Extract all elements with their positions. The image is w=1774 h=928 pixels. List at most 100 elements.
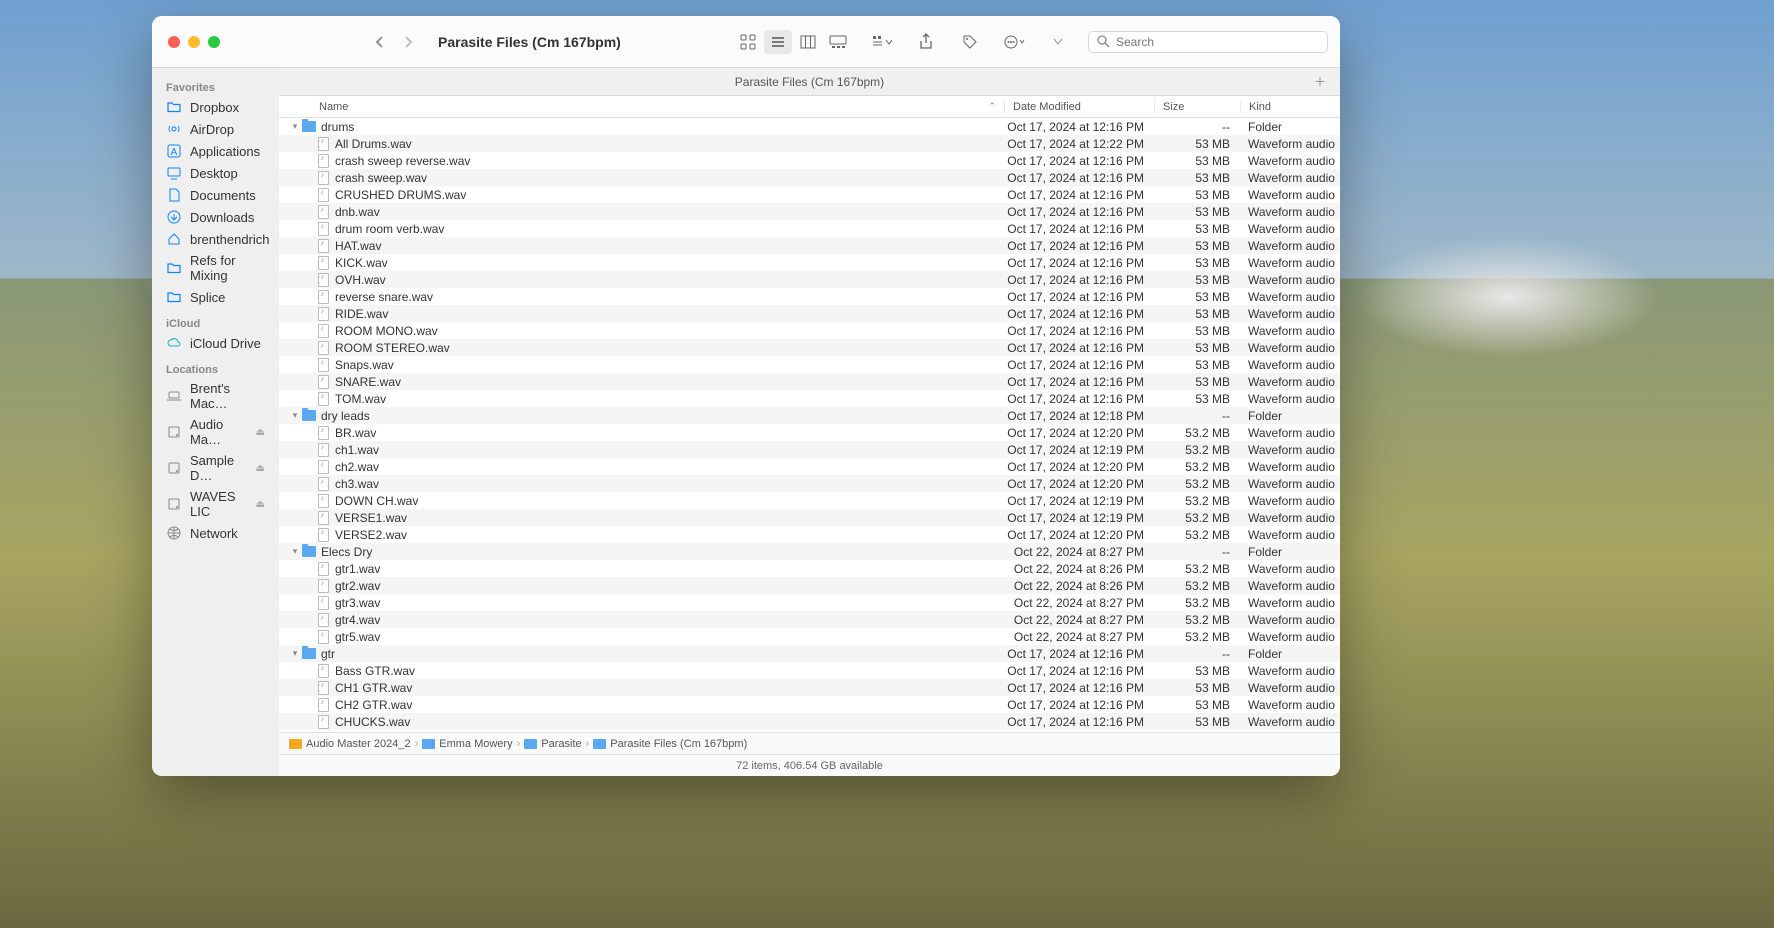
file-row[interactable]: ch2.wavOct 17, 2024 at 12:20 PM53.2 MBWa… (279, 458, 1340, 475)
column-name[interactable]: Name⌃ (279, 101, 1004, 113)
path-crumb[interactable]: Parasite (524, 738, 581, 750)
file-row[interactable]: gtr2.wavOct 22, 2024 at 8:26 PM53.2 MBWa… (279, 577, 1340, 594)
file-row[interactable]: HAT.wavOct 17, 2024 at 12:16 PM53 MBWave… (279, 237, 1340, 254)
file-row[interactable]: KICK.wavOct 17, 2024 at 12:16 PM53 MBWav… (279, 254, 1340, 271)
disclosure-triangle[interactable]: ▾ (289, 410, 301, 421)
file-row[interactable]: VERSE2.wavOct 17, 2024 at 12:20 PM53.2 M… (279, 526, 1340, 543)
file-row[interactable]: DOWN CH.wavOct 17, 2024 at 12:19 PM53.2 … (279, 492, 1340, 509)
sidebar-item[interactable]: AApplications (152, 140, 279, 162)
file-row[interactable]: reverse snare.wavOct 17, 2024 at 12:16 P… (279, 288, 1340, 305)
folder-icon (166, 289, 182, 305)
sidebar-item[interactable]: Network (152, 522, 279, 544)
file-row[interactable]: Bass GTR.wavOct 17, 2024 at 12:16 PM53 M… (279, 662, 1340, 679)
minimize-button[interactable] (188, 36, 200, 48)
group-by-button[interactable] (868, 30, 896, 54)
file-row[interactable]: crash sweep reverse.wavOct 17, 2024 at 1… (279, 152, 1340, 169)
file-row[interactable]: dnb.wavOct 17, 2024 at 12:16 PM53 MBWave… (279, 203, 1340, 220)
file-row[interactable]: CH2 GTR.wavOct 17, 2024 at 12:16 PM53 MB… (279, 696, 1340, 713)
action-button[interactable] (1000, 30, 1028, 54)
file-row[interactable]: All Drums.wavOct 17, 2024 at 12:22 PM53 … (279, 135, 1340, 152)
file-row[interactable]: ROOM STEREO.wavOct 17, 2024 at 12:16 PM5… (279, 339, 1340, 356)
file-name: CH2 GTR.wav (335, 698, 1004, 712)
eject-icon[interactable]: ⏏ (256, 427, 265, 438)
file-row[interactable]: VERSE1.wavOct 17, 2024 at 12:19 PM53.2 M… (279, 509, 1340, 526)
folder-row[interactable]: ▾gtrOct 17, 2024 at 12:16 PM--Folder (279, 645, 1340, 662)
file-row[interactable]: gtr4.wavOct 22, 2024 at 8:27 PM53.2 MBWa… (279, 611, 1340, 628)
tag-button[interactable] (956, 30, 984, 54)
maximize-button[interactable] (208, 36, 220, 48)
sidebar-item[interactable]: Downloads (152, 206, 279, 228)
file-row[interactable]: CRUSHED DRUMS.wavOct 17, 2024 at 12:16 P… (279, 186, 1340, 203)
sidebar-item[interactable]: AirDrop (152, 118, 279, 140)
file-name: Snaps.wav (335, 358, 1004, 372)
search-field[interactable] (1088, 31, 1328, 53)
column-kind[interactable]: Kind (1240, 101, 1340, 113)
file-row[interactable]: drum room verb.wavOct 17, 2024 at 12:16 … (279, 220, 1340, 237)
file-name: VERSE2.wav (335, 528, 1004, 542)
file-row[interactable]: BR.wavOct 17, 2024 at 12:20 PM53.2 MBWav… (279, 424, 1340, 441)
icon-view-button[interactable] (734, 30, 762, 54)
audio-file-icon (318, 732, 329, 733)
file-row[interactable]: CHUCKS.wavOct 17, 2024 at 12:16 PM53 MBW… (279, 713, 1340, 730)
file-row[interactable]: SNARE.wavOct 17, 2024 at 12:16 PM53 MBWa… (279, 373, 1340, 390)
disclosure-triangle[interactable]: ▾ (289, 121, 301, 132)
file-list[interactable]: ▾drumsOct 17, 2024 at 12:16 PM--FolderAl… (279, 118, 1340, 732)
back-button[interactable] (366, 31, 392, 53)
search-input[interactable] (1116, 35, 1319, 49)
folder-icon (166, 99, 182, 115)
file-row[interactable]: ch1.wavOct 17, 2024 at 12:19 PM53.2 MBWa… (279, 441, 1340, 458)
sidebar-item[interactable]: Sample D… ⏏ (152, 450, 279, 486)
sidebar-item-label: Sample D… (190, 453, 248, 483)
file-name: CH1 GTR.wav (335, 681, 1004, 695)
dropdown-arrow-icon[interactable] (1044, 30, 1072, 54)
file-row[interactable]: gtr3.wavOct 22, 2024 at 8:27 PM53.2 MBWa… (279, 594, 1340, 611)
column-view-button[interactable] (794, 30, 822, 54)
file-row[interactable]: crash sweep.wavOct 17, 2024 at 12:16 PM5… (279, 169, 1340, 186)
sidebar-item[interactable]: Brent's Mac… (152, 378, 279, 414)
file-row[interactable]: RIDE.wavOct 17, 2024 at 12:16 PM53 MBWav… (279, 305, 1340, 322)
eject-icon[interactable]: ⏏ (256, 463, 265, 474)
file-row[interactable]: OVH.wavOct 17, 2024 at 12:16 PM53 MBWave… (279, 271, 1340, 288)
path-crumb[interactable]: Emma Mowery (422, 738, 512, 750)
gallery-view-button[interactable] (824, 30, 852, 54)
audio-file-icon (318, 460, 329, 474)
close-button[interactable] (168, 36, 180, 48)
disclosure-triangle[interactable]: ▾ (289, 648, 301, 659)
file-row[interactable]: ROOM MONO.wavOct 17, 2024 at 12:16 PM53 … (279, 322, 1340, 339)
folder-row[interactable]: ▾dry leadsOct 17, 2024 at 12:18 PM--Fold… (279, 407, 1340, 424)
file-row[interactable]: CH1 GTR.wavOct 17, 2024 at 12:16 PM53 MB… (279, 679, 1340, 696)
eject-icon[interactable]: ⏏ (256, 499, 265, 510)
folder-row[interactable]: ▾drumsOct 17, 2024 at 12:16 PM--Folder (279, 118, 1340, 135)
sidebar-item[interactable]: Splice (152, 286, 279, 308)
file-kind: Waveform audio (1240, 596, 1340, 610)
file-row[interactable]: ch3.wavOct 17, 2024 at 12:20 PM53.2 MBWa… (279, 475, 1340, 492)
path-crumb[interactable]: Audio Master 2024_2 (289, 738, 411, 750)
sidebar-item[interactable]: Audio Ma…⏏ (152, 414, 279, 450)
share-button[interactable] (912, 30, 940, 54)
sidebar-item[interactable]: iCloud Drive (152, 332, 279, 354)
forward-button[interactable] (396, 31, 422, 53)
sidebar-item[interactable]: Dropbox (152, 96, 279, 118)
sidebar-item[interactable]: brenthendrich (152, 228, 279, 250)
file-row[interactable]: gtr1.wavOct 22, 2024 at 8:26 PM53.2 MBWa… (279, 560, 1340, 577)
folder-icon (302, 546, 316, 557)
sidebar-item[interactable]: Documents (152, 184, 279, 206)
column-size[interactable]: Size (1154, 101, 1240, 113)
file-row[interactable]: gtr5.wavOct 22, 2024 at 8:27 PM53.2 MBWa… (279, 628, 1340, 645)
sidebar-item[interactable]: Desktop (152, 162, 279, 184)
sidebar-item[interactable]: Refs for Mixing (152, 250, 279, 286)
file-row[interactable]: TOM.wavOct 17, 2024 at 12:16 PM53 MBWave… (279, 390, 1340, 407)
file-name: gtr5.wav (335, 630, 1004, 644)
column-date[interactable]: Date Modified (1004, 101, 1154, 113)
file-row[interactable]: Snaps.wavOct 17, 2024 at 12:16 PM53 MBWa… (279, 356, 1340, 373)
file-size: 53 MB (1154, 307, 1240, 321)
add-tab-button[interactable]: ＋ (1308, 71, 1332, 92)
sidebar-item[interactable]: WAVES LIC⏏ (152, 486, 279, 522)
list-view-button[interactable] (764, 30, 792, 54)
path-crumb[interactable]: Parasite Files (Cm 167bpm) (593, 738, 747, 750)
folder-row[interactable]: ▾Elecs DryOct 22, 2024 at 8:27 PM--Folde… (279, 543, 1340, 560)
disclosure-triangle[interactable]: ▾ (289, 546, 301, 557)
tab-active[interactable]: Parasite Files (Cm 167bpm) (735, 75, 884, 89)
audio-file-icon (318, 154, 329, 168)
file-name: RIDE.wav (335, 307, 1004, 321)
